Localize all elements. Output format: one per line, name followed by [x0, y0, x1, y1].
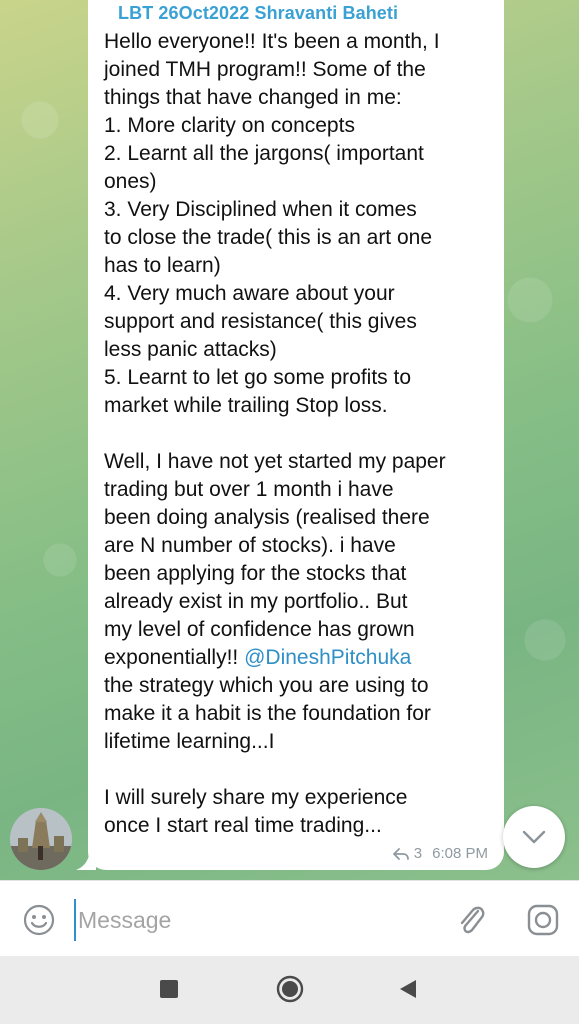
message-line: market while trailing Stop loss. [104, 394, 388, 417]
message-line: things that have changed in me: [104, 86, 402, 109]
chevron-down-icon [522, 830, 546, 844]
message-line: trading but over 1 month i have [104, 478, 394, 501]
message-line: the strategy which you are using to [104, 674, 429, 697]
message-line: support and resistance( this gives [104, 310, 417, 333]
sender-name[interactable]: LBT 26Oct2022 Shravanti Baheti [118, 3, 398, 24]
message-line: I will surely share my experience [104, 786, 408, 809]
message-bubble[interactable]: LBT 26Oct2022 Shravanti Baheti Hello eve… [88, 0, 504, 870]
message-line: make it a habit is the foundation for [104, 702, 431, 725]
message-line: once I start real time trading... [104, 814, 382, 837]
message-line: are N number of stocks). i have [104, 534, 396, 557]
message-line: less panic attacks) [104, 338, 277, 361]
reply-count: 3 [413, 845, 423, 862]
message-line: ones) [104, 170, 157, 193]
reply-arrow-icon [392, 847, 409, 860]
message-line: already exist in my portfolio.. But [104, 590, 408, 613]
home-button[interactable] [276, 975, 304, 1003]
message-line: 3. Very Disciplined when it comes [104, 198, 417, 221]
back-button[interactable] [398, 978, 418, 1000]
message-line: my level of confidence has grown [104, 618, 415, 641]
message-time: 6:08 PM [432, 845, 488, 862]
scroll-down-button[interactable] [503, 806, 565, 868]
message-line: Well, I have not yet started my paper [104, 450, 446, 473]
message-line: been applying for the stocks that [104, 562, 407, 585]
mention-line-prefix: exponentially!! [104, 646, 245, 669]
message-line: Hello everyone!! It's been a month, I [104, 30, 440, 53]
message-line: 2. Learnt all the jargons( important [104, 142, 424, 165]
sender-avatar[interactable] [10, 808, 72, 870]
message-line: 4. Very much aware about your [104, 282, 395, 305]
message-line: 1. More clarity on concepts [104, 114, 355, 137]
message-line: has to learn) [104, 254, 221, 277]
recent-apps-button[interactable] [160, 980, 178, 998]
chat-background: LBT 26Oct2022 Shravanti Baheti Hello eve… [0, 0, 579, 880]
message-line-with-mention: exponentially!! @DineshPitchuka [104, 644, 494, 672]
message-text: Hello everyone!! It's been a month, I joi… [104, 28, 494, 840]
message-input[interactable] [74, 899, 440, 941]
message-input-bar [0, 880, 579, 957]
message-line: been doing analysis (realised there [104, 506, 430, 529]
message-meta: 3 6:08 PM [392, 845, 488, 862]
paperclip-icon[interactable] [454, 901, 488, 939]
message-line: joined TMH program!! Some of the [104, 58, 426, 81]
camera-icon[interactable] [526, 903, 560, 937]
mention-link[interactable]: @DineshPitchuka [244, 646, 411, 669]
message-line: 5. Learnt to let go some profits to [104, 366, 412, 389]
message-line: lifetime learning...I [104, 730, 275, 753]
smile-icon[interactable] [22, 903, 56, 937]
message-line: to close the trade( this is an art one [104, 226, 433, 249]
